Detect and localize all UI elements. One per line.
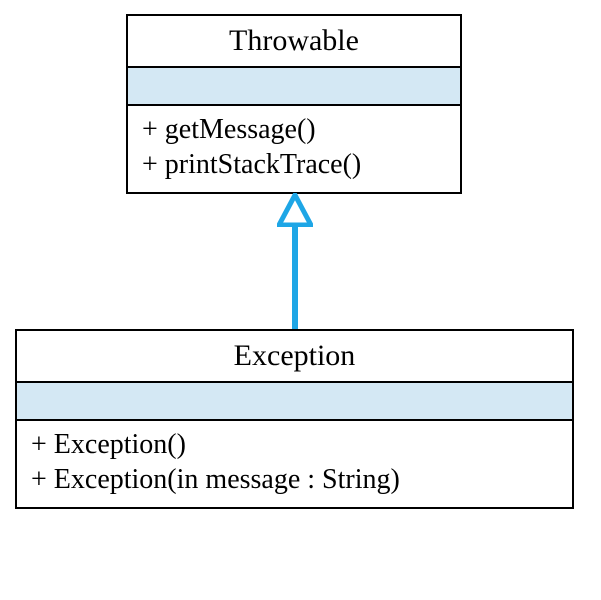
inheritance-arrow-line xyxy=(292,225,298,329)
method-item: + printStackTrace() xyxy=(142,147,446,182)
class-title-exception: Exception xyxy=(17,331,572,383)
class-methods-exception: + Exception() + Exception(in message : S… xyxy=(17,421,572,507)
inheritance-arrow-head xyxy=(277,193,313,227)
class-attributes-throwable xyxy=(128,68,460,106)
class-attributes-exception xyxy=(17,383,572,421)
uml-class-throwable: Throwable + getMessage() + printStackTra… xyxy=(126,14,462,194)
method-item: + Exception(in message : String) xyxy=(31,462,558,497)
method-item: + getMessage() xyxy=(142,112,446,147)
uml-class-exception: Exception + Exception() + Exception(in m… xyxy=(15,329,574,509)
class-title-throwable: Throwable xyxy=(128,16,460,68)
method-item: + Exception() xyxy=(31,427,558,462)
class-methods-throwable: + getMessage() + printStackTrace() xyxy=(128,106,460,192)
